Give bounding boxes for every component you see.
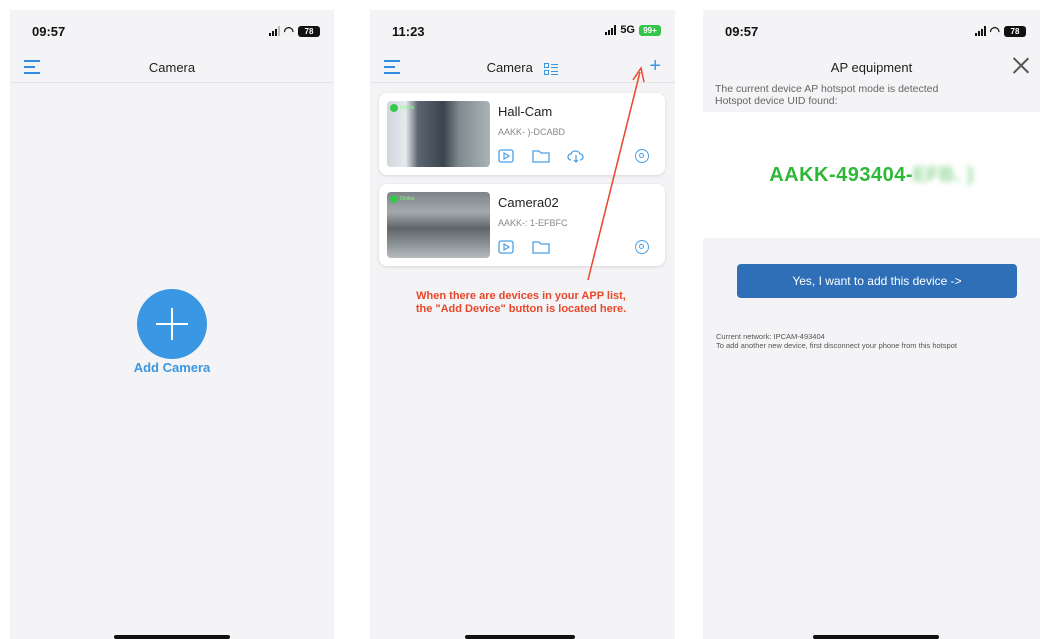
home-indicator bbox=[114, 635, 230, 639]
page-title: Camera bbox=[486, 60, 533, 75]
signal-icon bbox=[605, 25, 617, 35]
signal-icon bbox=[974, 26, 986, 36]
annotation-text: When there are devices in your APP list,… bbox=[415, 290, 627, 315]
camera-card[interactable]: Online Hall-Cam AAKK- )-DCABD bbox=[379, 93, 665, 175]
nav-bar: Camera bbox=[10, 54, 334, 83]
online-indicator: Online bbox=[390, 104, 414, 112]
camera-list-screen: 11:23 5G 99+ Camera + Online Hall-Cam AA… bbox=[370, 10, 675, 639]
battery-icon: 78 bbox=[1004, 25, 1026, 37]
camera-uid: AAKK-: 1-EFBFC bbox=[498, 218, 568, 228]
device-uid: AAKK-493404-EFB. ) bbox=[769, 164, 974, 186]
folder-icon[interactable] bbox=[532, 148, 552, 164]
nav-bar: Camera + bbox=[370, 54, 675, 83]
home-indicator bbox=[813, 635, 939, 639]
settings-gear-icon[interactable] bbox=[635, 149, 649, 163]
camera-uid: AAKK- )-DCABD bbox=[498, 127, 566, 137]
camera-thumbnail[interactable]: Online bbox=[387, 101, 490, 167]
status-time: 11:23 bbox=[392, 24, 425, 39]
playback-icon[interactable] bbox=[498, 239, 518, 255]
home-indicator bbox=[465, 635, 575, 639]
cloud-icon[interactable] bbox=[566, 148, 586, 164]
nav-bar: AP equipment bbox=[703, 54, 1040, 82]
page-title: AP equipment bbox=[830, 60, 913, 75]
battery-icon: 78 bbox=[298, 25, 320, 37]
add-device-button[interactable]: + bbox=[649, 56, 661, 76]
add-device-confirm-button[interactable]: Yes, I want to add this device -> bbox=[737, 264, 1017, 298]
battery-icon: 99+ bbox=[639, 24, 661, 36]
grid-view-icon[interactable] bbox=[544, 62, 559, 76]
add-camera-button[interactable] bbox=[137, 289, 207, 359]
playback-icon[interactable] bbox=[498, 148, 518, 164]
signal-icon bbox=[268, 26, 280, 36]
wifi-icon: ◠ bbox=[989, 24, 1000, 38]
camera-name: Camera02 bbox=[498, 195, 559, 210]
online-indicator: Online bbox=[390, 195, 414, 203]
camera-thumbnail[interactable]: Online bbox=[387, 192, 490, 258]
settings-gear-icon[interactable] bbox=[635, 240, 649, 254]
status-bar: 09:57 ◠ 78 bbox=[10, 24, 334, 44]
close-icon[interactable] bbox=[1012, 56, 1030, 74]
status-time: 09:57 bbox=[32, 24, 66, 39]
status-bar: 11:23 5G 99+ bbox=[370, 24, 675, 44]
network-type: 5G bbox=[620, 24, 635, 36]
add-camera-label[interactable]: Add Camera bbox=[10, 360, 334, 375]
empty-camera-list-screen: 09:57 ◠ 78 Camera Add Camera bbox=[10, 10, 334, 639]
ap-equipment-screen: 09:57 ◠ 78 AP equipment The current devi… bbox=[703, 10, 1040, 639]
wifi-icon: ◠ bbox=[283, 24, 294, 38]
camera-card[interactable]: Online Camera02 AAKK-: 1-EFBFC bbox=[379, 184, 665, 266]
camera-name: Hall-Cam bbox=[498, 104, 553, 119]
network-info: Current network: IPCAM-493404 To add ano… bbox=[716, 332, 957, 350]
page-title: Camera bbox=[148, 60, 196, 75]
detection-message: The current device AP hotspot mode is de… bbox=[715, 83, 939, 107]
status-time: 09:57 bbox=[725, 24, 759, 39]
uid-panel: AAKK-493404-EFB. ) bbox=[703, 112, 1040, 238]
status-bar: 09:57 ◠ 78 bbox=[703, 24, 1040, 44]
folder-icon[interactable] bbox=[532, 239, 552, 255]
